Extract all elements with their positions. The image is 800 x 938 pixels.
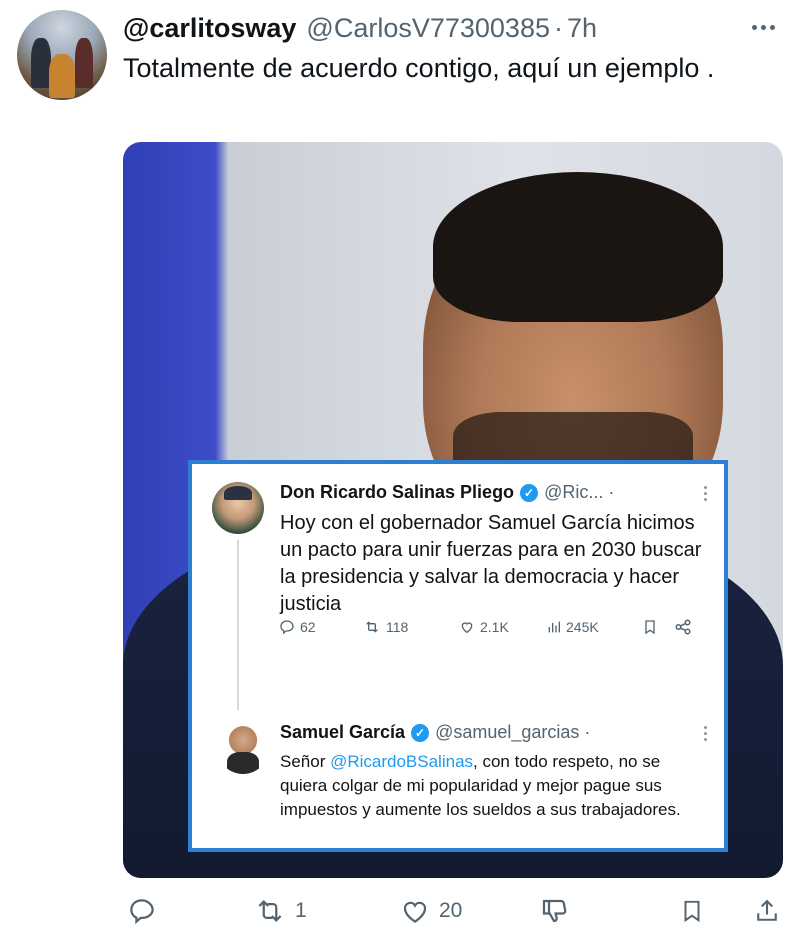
bookmark-icon bbox=[645, 620, 655, 635]
reply-icon bbox=[280, 620, 294, 635]
embedded-more-icon bbox=[702, 726, 708, 741]
embedded-post1-text: Hoy con el gobernador Samuel García hici… bbox=[280, 512, 702, 615]
embedded-like-stat: 2.1K bbox=[458, 619, 546, 635]
more-options-icon[interactable] bbox=[748, 12, 778, 42]
embedded-avatar-ricardo bbox=[212, 482, 264, 534]
tweet-media-image[interactable]: ​ Don Ricardo Salinas Pliego ✓ @Ric... ·… bbox=[123, 142, 783, 878]
share-icon bbox=[757, 899, 777, 921]
embedded-avatar-samuel bbox=[217, 722, 269, 774]
embedded-reply-stat: 62 bbox=[278, 619, 362, 635]
like-count: 20 bbox=[439, 899, 463, 922]
thumbs-down-icon bbox=[542, 899, 567, 923]
photo-person-hair bbox=[433, 172, 723, 322]
share-icon bbox=[675, 619, 691, 635]
embedded-post2-mention: @RicardoBSalinas bbox=[330, 752, 474, 771]
author-avatar[interactable] bbox=[17, 10, 107, 100]
avatar-figure-right bbox=[75, 38, 93, 88]
embedded-post1-name: Don Ricardo Salinas Pliego bbox=[280, 482, 515, 502]
verified-badge-icon: ✓ bbox=[520, 483, 539, 502]
embedded-more-icon bbox=[702, 486, 708, 501]
bookmark-icon bbox=[684, 900, 700, 923]
embedded-post2-text: Señor @RicardoBSalinas, con todo respeto… bbox=[280, 750, 710, 822]
embedded-post1-actions: 62 118 2.1K 245K bbox=[278, 618, 718, 636]
tweet-header: @carlitosway @CarlosV77300385 · 7h bbox=[123, 10, 780, 46]
dislike-button[interactable] bbox=[539, 896, 569, 926]
retweet-count: 1 bbox=[295, 899, 307, 922]
author-display-name[interactable]: @carlitosway bbox=[123, 13, 296, 44]
embedded-retweet-count: 118 bbox=[386, 619, 409, 635]
embedded-views-count: 245K bbox=[566, 619, 599, 635]
embedded-retweet-stat: 118 bbox=[362, 619, 458, 635]
bookmark-button[interactable] bbox=[679, 896, 705, 926]
share-button[interactable] bbox=[753, 896, 781, 926]
heart-icon bbox=[403, 901, 427, 923]
embedded-post1-header: Don Ricardo Salinas Pliego ✓ @Ric... · bbox=[280, 482, 614, 503]
reply-icon bbox=[130, 899, 154, 925]
avatar-figure-left bbox=[31, 38, 51, 88]
reply-button[interactable] bbox=[127, 896, 157, 926]
retweet-button[interactable]: 1 bbox=[253, 896, 307, 926]
embedded-views-stat: 245K bbox=[546, 619, 642, 635]
embedded-screenshot: Don Ricardo Salinas Pliego ✓ @Ric... · H… bbox=[188, 460, 728, 852]
embedded-post2-handle: @samuel_garcias · bbox=[435, 722, 591, 742]
embedded-post1-handle: @Ric... · bbox=[544, 482, 615, 502]
retweet-icon bbox=[366, 621, 378, 633]
embedded-post2-name: Samuel García bbox=[280, 722, 406, 742]
embedded-post2-text-prefix: Señor bbox=[280, 752, 331, 771]
embedded-reply-count: 62 bbox=[300, 619, 316, 635]
verified-badge-icon: ✓ bbox=[411, 723, 430, 742]
like-button[interactable]: 20 bbox=[399, 896, 462, 926]
header-separator: · bbox=[553, 12, 563, 43]
tweet-text: Totalmente de acuerdo contigo, aquí un e… bbox=[123, 53, 715, 83]
embedded-like-count: 2.1K bbox=[480, 619, 509, 635]
heart-icon bbox=[461, 622, 473, 634]
embedded-post2-header: Samuel García ✓ @samuel_garcias · bbox=[280, 722, 590, 743]
avatar-tiger bbox=[49, 54, 75, 98]
tweet-timestamp[interactable]: 7h bbox=[567, 13, 597, 44]
thread-connector-line bbox=[237, 540, 239, 710]
retweet-icon bbox=[258, 900, 282, 922]
author-handle[interactable]: @CarlosV77300385 bbox=[306, 13, 550, 44]
views-chart-icon bbox=[548, 621, 560, 633]
tweet-action-bar: 1 20 bbox=[123, 894, 783, 930]
